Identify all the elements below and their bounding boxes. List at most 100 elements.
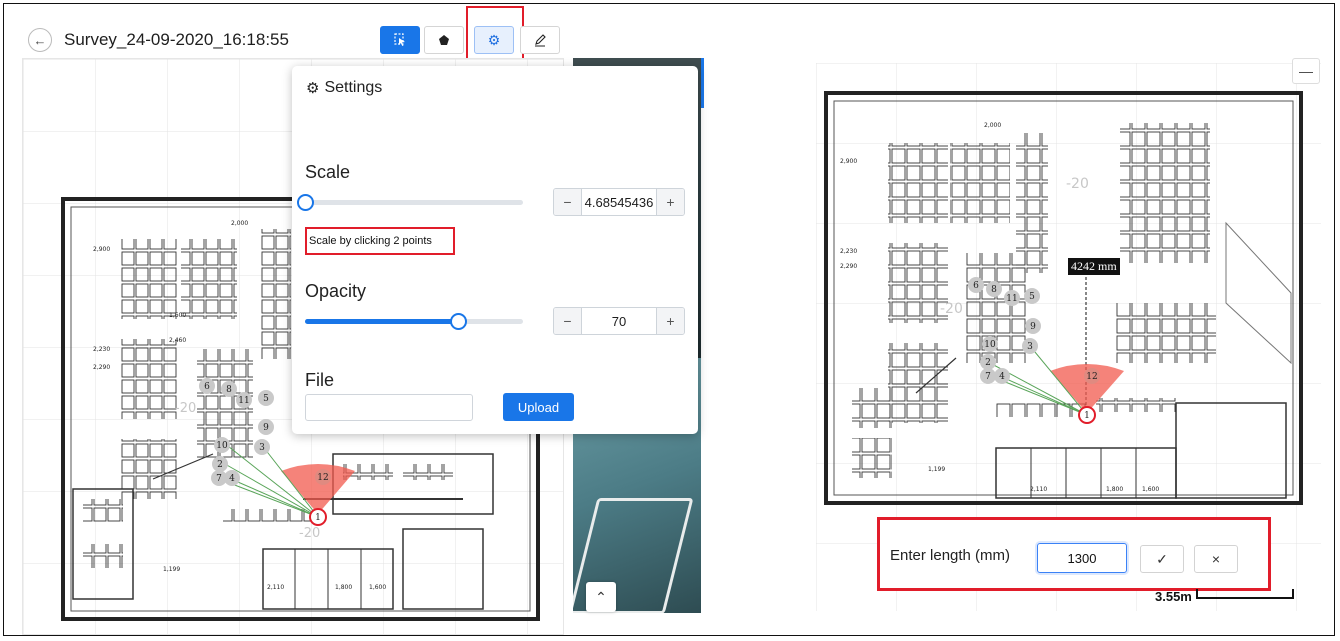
survey-marker[interactable]: 4 — [224, 470, 240, 486]
upload-button[interactable]: Upload — [503, 393, 574, 421]
survey-marker[interactable]: 8 — [221, 381, 237, 397]
survey-marker[interactable]: 2 — [980, 354, 996, 370]
survey-marker[interactable]: 5 — [258, 390, 274, 406]
survey-marker[interactable]: 3 — [1022, 338, 1038, 354]
survey-marker[interactable]: 6 — [968, 277, 984, 293]
dim-label: 2,460 — [169, 337, 186, 344]
cursor-icon — [394, 33, 405, 46]
opacity-decrement-button[interactable]: − — [554, 308, 581, 334]
survey-marker[interactable]: 10 — [982, 336, 998, 352]
survey-marker[interactable]: 3 — [254, 439, 270, 455]
survey-marker[interactable]: 8 — [986, 281, 1002, 297]
current-position-marker[interactable]: 1 — [309, 508, 327, 526]
svg-text:5: 5 — [263, 394, 269, 404]
svg-text:12: 12 — [317, 473, 328, 483]
dim-label: 1,199 — [163, 566, 180, 573]
survey-marker[interactable]: 9 — [258, 419, 274, 435]
opacity-slider[interactable] — [305, 313, 523, 330]
dim-label: 2,000 — [231, 220, 248, 227]
svg-text:7: 7 — [985, 372, 991, 382]
draw-tool-button[interactable] — [520, 26, 560, 54]
grid-label: -20 — [1066, 176, 1089, 192]
current-position-marker[interactable]: 1 — [1078, 406, 1096, 424]
minus-icon: — — [1299, 63, 1313, 79]
arrow-left-icon: ← — [33, 32, 47, 48]
survey-marker[interactable]: 11 — [1004, 290, 1020, 306]
svg-text:6: 6 — [973, 281, 979, 291]
svg-text:4: 4 — [999, 372, 1005, 382]
length-input[interactable]: 1300 — [1037, 543, 1127, 573]
svg-text:1: 1 — [1084, 411, 1090, 421]
scale-label: Scale — [305, 162, 351, 182]
access-point-marker[interactable]: 12 — [1084, 368, 1100, 384]
svg-text:10: 10 — [984, 340, 996, 350]
opacity-increment-button[interactable]: + — [657, 308, 684, 334]
grid-label: -20 — [299, 526, 320, 541]
minimize-button[interactable]: — — [1292, 58, 1320, 84]
dim-label: 2,000 — [984, 122, 1001, 129]
pen-icon — [535, 34, 546, 47]
svg-text:7: 7 — [216, 474, 222, 484]
opacity-slider-knob[interactable] — [449, 313, 467, 330]
dim-label: 1,600 — [1142, 486, 1159, 493]
dim-label: 1,800 — [335, 584, 352, 591]
scale-value-input[interactable]: 4.68545436 — [581, 189, 657, 215]
grid-label: -20 — [175, 401, 196, 416]
confirm-length-button[interactable]: ✓ — [1140, 545, 1184, 573]
dim-label: 2,230 — [93, 346, 110, 353]
survey-marker[interactable]: 11 — [236, 392, 252, 408]
access-point-marker[interactable]: 12 — [315, 469, 331, 485]
dim-label: 1,199 — [928, 466, 945, 473]
scroll-indicator — [701, 58, 704, 108]
length-label: Enter length (mm) — [890, 547, 1011, 564]
survey-marker[interactable]: 6 — [199, 378, 215, 394]
survey-marker[interactable]: 2 — [212, 456, 228, 472]
svg-text:2: 2 — [985, 358, 991, 368]
svg-text:3: 3 — [259, 443, 265, 453]
scale-slider-knob[interactable] — [297, 194, 314, 211]
scale-decrement-button[interactable]: − — [554, 189, 581, 215]
svg-text:8: 8 — [991, 285, 997, 295]
dim-label: 1,600 — [369, 584, 386, 591]
cancel-length-button[interactable]: × — [1194, 545, 1238, 573]
dim-label: 2,900 — [93, 246, 110, 253]
dim-label: 1,600 — [169, 312, 186, 319]
back-button[interactable]: ← — [28, 28, 52, 52]
gear-icon: ⚙ — [306, 80, 320, 97]
length-entry-dialog: Enter length (mm) 1300 ✓ × — [877, 517, 1271, 591]
settings-title: Settings — [324, 79, 383, 96]
survey-marker[interactable]: 7 — [980, 368, 996, 384]
opacity-value-input[interactable]: 70 — [581, 308, 657, 334]
scale-increment-button[interactable]: + — [657, 189, 684, 215]
svg-text:5: 5 — [1029, 292, 1035, 302]
dim-label: 1,800 — [1106, 486, 1123, 493]
svg-text:1: 1 — [315, 513, 321, 523]
scale-by-points-link[interactable]: Scale by clicking 2 points — [305, 227, 455, 255]
opacity-slider-fill — [305, 319, 458, 324]
select-tool-button[interactable] — [380, 26, 420, 54]
survey-marker[interactable]: 9 — [1025, 318, 1041, 334]
opacity-stepper[interactable]: − 70 + — [553, 307, 685, 335]
svg-text:9: 9 — [263, 423, 269, 433]
scroll-up-button[interactable]: ⌃ — [586, 582, 616, 612]
svg-text:9: 9 — [1030, 322, 1036, 332]
gear-icon: ⚙ — [487, 31, 501, 48]
scale-bar-label: 3.55m — [1155, 589, 1192, 604]
svg-text:6: 6 — [204, 382, 210, 392]
svg-text:8: 8 — [226, 385, 232, 395]
measurement-label: 4242 mm — [1068, 258, 1120, 275]
file-input[interactable] — [305, 394, 473, 421]
survey-marker[interactable]: 4 — [994, 368, 1010, 384]
scale-stepper[interactable]: − 4.68545436 + — [553, 188, 685, 216]
dim-label: 2,230 — [840, 248, 857, 255]
polygon-icon — [439, 35, 449, 45]
survey-marker[interactable]: 5 — [1024, 288, 1040, 304]
check-icon: ✓ — [1156, 550, 1168, 567]
survey-marker[interactable]: 10 — [214, 437, 230, 453]
dim-label: 2,290 — [840, 263, 857, 270]
settings-tool-button[interactable]: ⚙ — [474, 26, 514, 54]
scale-slider[interactable] — [297, 194, 523, 211]
opacity-label: Opacity — [305, 281, 367, 301]
shape-tool-button[interactable] — [424, 26, 464, 54]
dim-label: 2,110 — [1030, 486, 1047, 493]
